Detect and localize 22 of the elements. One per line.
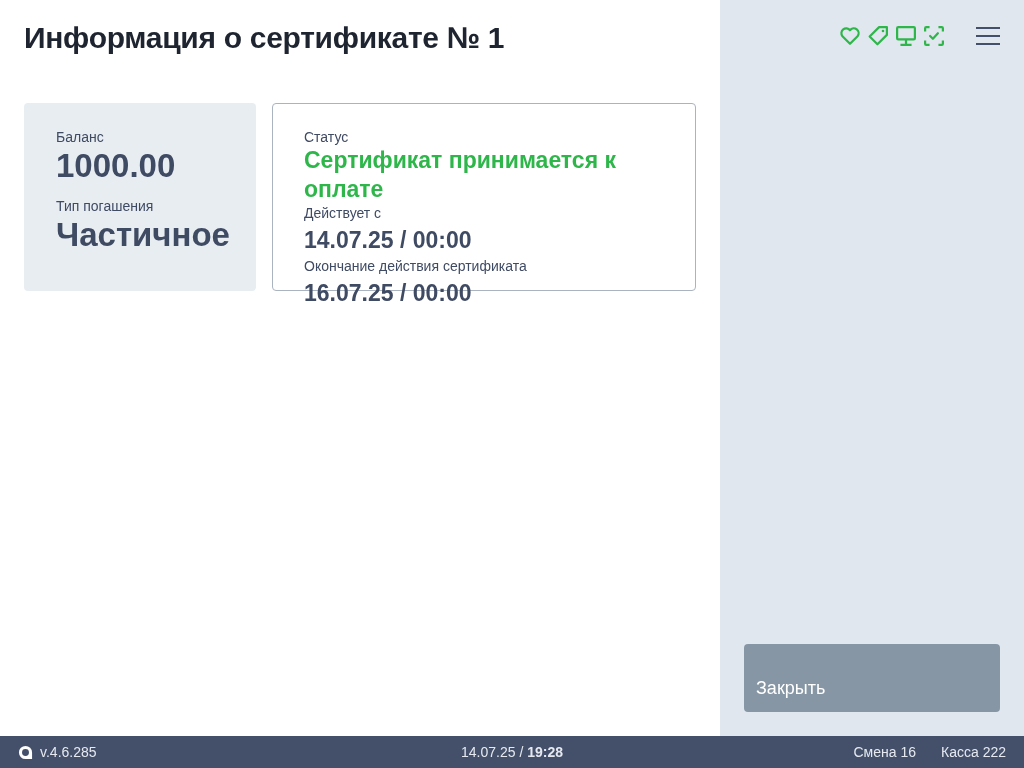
register-text: Касса 222	[941, 742, 1006, 762]
close-button[interactable]: Закрыть	[744, 644, 1000, 712]
date-time-text: 14.07.25 / 19:28	[460, 742, 564, 762]
field-label: Статус	[304, 129, 350, 146]
date-value: 16.07.25 / 00:00	[304, 279, 473, 308]
version-text: v.4.6.285	[40, 742, 97, 762]
field-label: Действует с	[304, 205, 383, 222]
field-label: Баланс	[56, 129, 105, 146]
field-value: 1000.00	[56, 146, 177, 186]
menu-icon[interactable]	[976, 27, 1000, 45]
status-value: Сертификат принимается к оплате	[304, 146, 617, 204]
field-value: Частичное	[56, 215, 231, 255]
monitor-icon[interactable]	[896, 26, 916, 46]
field-label: Окончание действия сертификата	[304, 258, 528, 275]
heart-icon[interactable]	[840, 26, 860, 46]
scan-check-icon[interactable]	[924, 26, 944, 46]
field-label: Тип погашения	[56, 198, 155, 215]
tag-icon[interactable]	[868, 26, 888, 46]
logo-icon	[18, 744, 33, 760]
page-title: Информация о сертификате № 1	[24, 20, 506, 56]
shift-text: Смена 16	[853, 742, 916, 762]
date-value: 14.07.25 / 00:00	[304, 226, 473, 255]
